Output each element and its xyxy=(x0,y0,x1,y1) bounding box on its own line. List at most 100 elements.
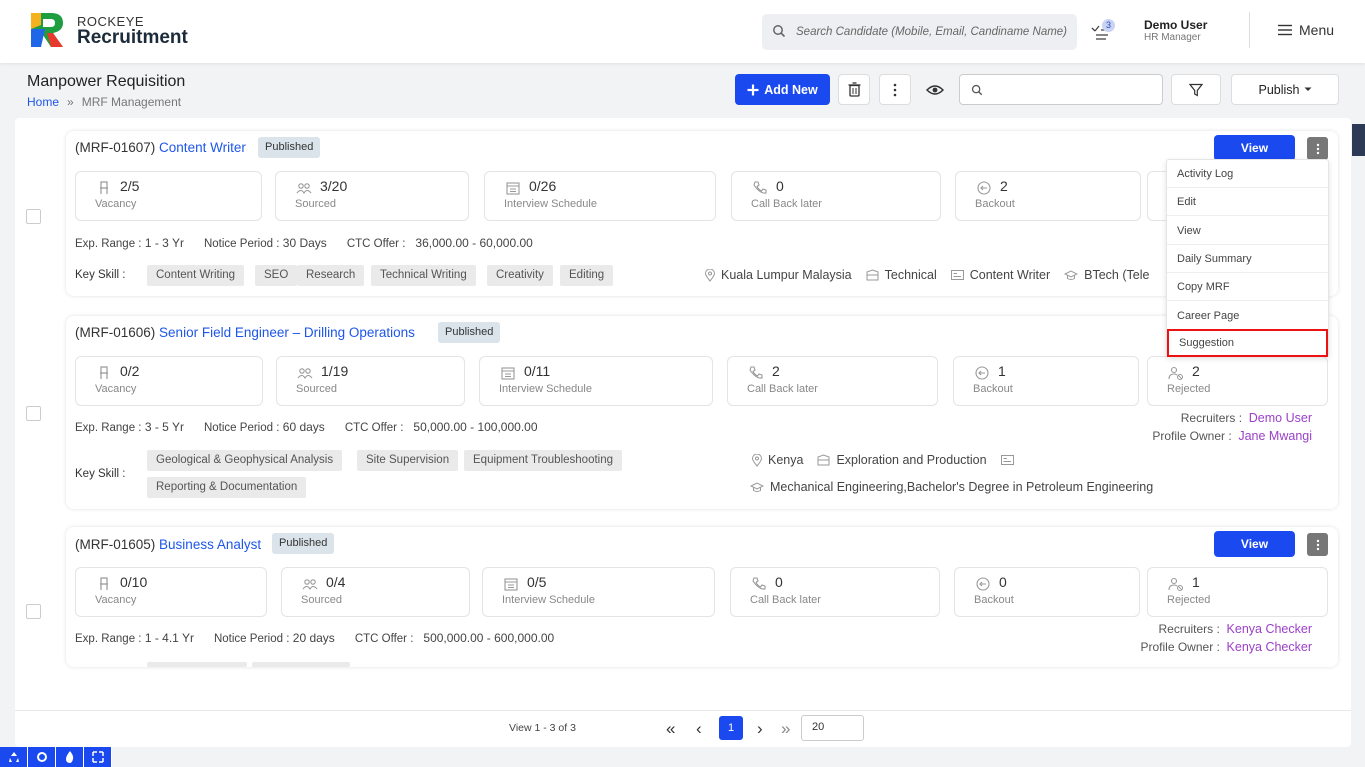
stat-label: Sourced xyxy=(295,198,336,210)
stat-interview[interactable]: 0/11 Interview Schedule xyxy=(479,356,713,406)
back-arrow-circle-icon xyxy=(977,181,991,195)
fire-icon[interactable] xyxy=(56,747,84,767)
stat-value: 2 xyxy=(1192,363,1200,379)
menu-item-career-page[interactable]: Career Page xyxy=(1167,302,1328,330)
menu-item-daily-summary[interactable]: Daily Summary xyxy=(1167,245,1328,273)
filter-button[interactable] xyxy=(1171,74,1221,105)
more-options-button[interactable] xyxy=(879,74,911,105)
stat-vacancy[interactable]: 0/2 Vacancy xyxy=(75,356,263,406)
stat-rejected[interactable]: 1 Rejected xyxy=(1147,567,1328,617)
mrf-title: (MRF-01607) Content Writer xyxy=(75,140,246,155)
prev-page-icon[interactable]: ‹ xyxy=(696,719,702,739)
stat-callback[interactable]: 0 Call Back later xyxy=(731,171,941,221)
stat-label: Vacancy xyxy=(95,198,137,210)
expand-icon[interactable] xyxy=(84,747,112,767)
phone-icon xyxy=(753,181,767,194)
profile-owner-label: Profile Owner : xyxy=(1152,429,1232,443)
breadcrumb-home-link[interactable]: Home xyxy=(27,95,59,109)
stat-callback[interactable]: 2 Call Back later xyxy=(727,356,938,406)
department-text: Exploration and Production xyxy=(836,453,987,467)
mrf-card: (MRF-01605) Business Analyst Published V… xyxy=(66,527,1338,667)
stat-backout[interactable]: 1 Backout xyxy=(953,356,1139,406)
side-edge-tab[interactable] xyxy=(1352,124,1365,156)
mrf-meta-row: Exp. Range : 1 - 4.1 Yr Notice Period : … xyxy=(75,631,554,645)
menu-button[interactable]: Menu xyxy=(1278,22,1334,38)
hamburger-icon xyxy=(1278,24,1292,36)
recycle-icon[interactable] xyxy=(0,747,28,767)
row-checkbox[interactable] xyxy=(26,209,41,224)
key-skill-label: Key Skill : xyxy=(75,269,126,281)
notice-value: 20 days xyxy=(292,631,335,645)
menu-item-copy-mrf[interactable]: Copy MRF xyxy=(1167,273,1328,301)
page-size-input[interactable]: 20 xyxy=(801,715,864,741)
row-checkbox[interactable] xyxy=(26,604,41,619)
row-actions-button[interactable] xyxy=(1307,137,1328,160)
mrf-name-link[interactable]: Business Analyst xyxy=(159,537,261,552)
stat-value: 0/10 xyxy=(120,574,148,590)
menu-item-edit[interactable]: Edit xyxy=(1167,188,1328,216)
skill-chip: Reporting & Documentation xyxy=(147,477,307,498)
first-page-icon[interactable]: « xyxy=(666,719,675,739)
bottom-quick-bar xyxy=(0,747,112,767)
caret-down-icon xyxy=(1304,87,1311,91)
calendar-icon xyxy=(504,578,518,591)
candidate-search-box[interactable] xyxy=(762,14,1077,50)
vertical-dots-icon xyxy=(893,83,897,96)
rockeye-logo-icon xyxy=(31,13,63,47)
next-page-icon[interactable]: › xyxy=(757,719,763,739)
menu-item-activity-log[interactable]: Activity Log xyxy=(1167,160,1328,188)
last-page-icon[interactable]: » xyxy=(781,719,790,739)
stat-backout[interactable]: 0 Backout xyxy=(954,567,1140,617)
row-actions-dropdown: Activity Log Edit View Daily Summary Cop… xyxy=(1166,159,1329,357)
status-badge: Published xyxy=(258,137,321,158)
calendar-icon xyxy=(501,367,515,380)
profile-owner-row: Profile Owner : Kenya Checker xyxy=(1106,640,1313,654)
mrf-name-link[interactable]: Senior Field Engineer – Drilling Operati… xyxy=(159,325,415,340)
stat-vacancy[interactable]: 0/10 Vacancy xyxy=(75,567,267,617)
publish-label: Publish xyxy=(1258,82,1300,97)
view-button[interactable]: View xyxy=(1214,531,1295,557)
view-button[interactable]: View xyxy=(1214,135,1295,161)
breadcrumb-separator: » xyxy=(67,95,74,109)
current-page-button[interactable]: 1 xyxy=(719,716,743,740)
menu-item-view[interactable]: View xyxy=(1167,217,1328,245)
visibility-toggle-button[interactable] xyxy=(919,74,951,105)
add-new-button[interactable]: Add New xyxy=(735,74,830,105)
mrf-name-link[interactable]: Content Writer xyxy=(159,140,246,155)
stat-interview[interactable]: 0/26 Interview Schedule xyxy=(484,171,716,221)
stat-sourced[interactable]: 3/20 Sourced xyxy=(275,171,469,221)
stat-label: Vacancy xyxy=(95,594,137,606)
stat-value: 2/5 xyxy=(120,178,140,194)
stat-sourced[interactable]: 0/4 Sourced xyxy=(281,567,470,617)
breadcrumb-current: MRF Management xyxy=(81,95,182,109)
user-name[interactable]: Demo User xyxy=(1144,18,1207,32)
page-title: Manpower Requisition xyxy=(27,73,186,90)
delete-button[interactable] xyxy=(838,74,870,105)
education-text: Mechanical Engineering,Bachelor's Degree… xyxy=(770,480,1154,494)
candidate-search-input[interactable] xyxy=(796,22,1068,42)
mrf-title: (MRF-01605) Business Analyst xyxy=(75,537,261,552)
list-search-box[interactable] xyxy=(959,74,1163,105)
id-card-icon xyxy=(1000,455,1014,465)
stat-backout[interactable]: 2 Backout xyxy=(955,171,1141,221)
row-actions-button[interactable] xyxy=(1307,533,1328,556)
stat-rejected[interactable]: 2 Rejected xyxy=(1147,356,1328,406)
graduation-cap-icon xyxy=(750,481,764,492)
notification-count-badge: 3 xyxy=(1102,19,1116,32)
back-arrow-circle-icon xyxy=(975,366,989,380)
exp-label: Exp. Range : xyxy=(75,633,142,645)
chair-icon xyxy=(100,577,108,590)
row-checkbox[interactable] xyxy=(26,406,41,421)
location-text: Kenya xyxy=(768,453,804,467)
stat-value: 0/2 xyxy=(120,363,140,379)
publish-dropdown-button[interactable]: Publish xyxy=(1231,74,1339,105)
stat-vacancy[interactable]: 2/5 Vacancy xyxy=(75,171,262,221)
settings-icon[interactable] xyxy=(28,747,56,767)
stat-sourced[interactable]: 1/19 Sourced xyxy=(276,356,465,406)
stat-value: 1 xyxy=(1192,574,1200,590)
stat-callback[interactable]: 0 Call Back later xyxy=(730,567,940,617)
group-icon xyxy=(296,183,312,195)
menu-item-suggestion[interactable]: Suggestion xyxy=(1167,329,1328,357)
stat-interview[interactable]: 0/5 Interview Schedule xyxy=(482,567,715,617)
exp-value: 1 - 3 Yr xyxy=(144,236,184,250)
